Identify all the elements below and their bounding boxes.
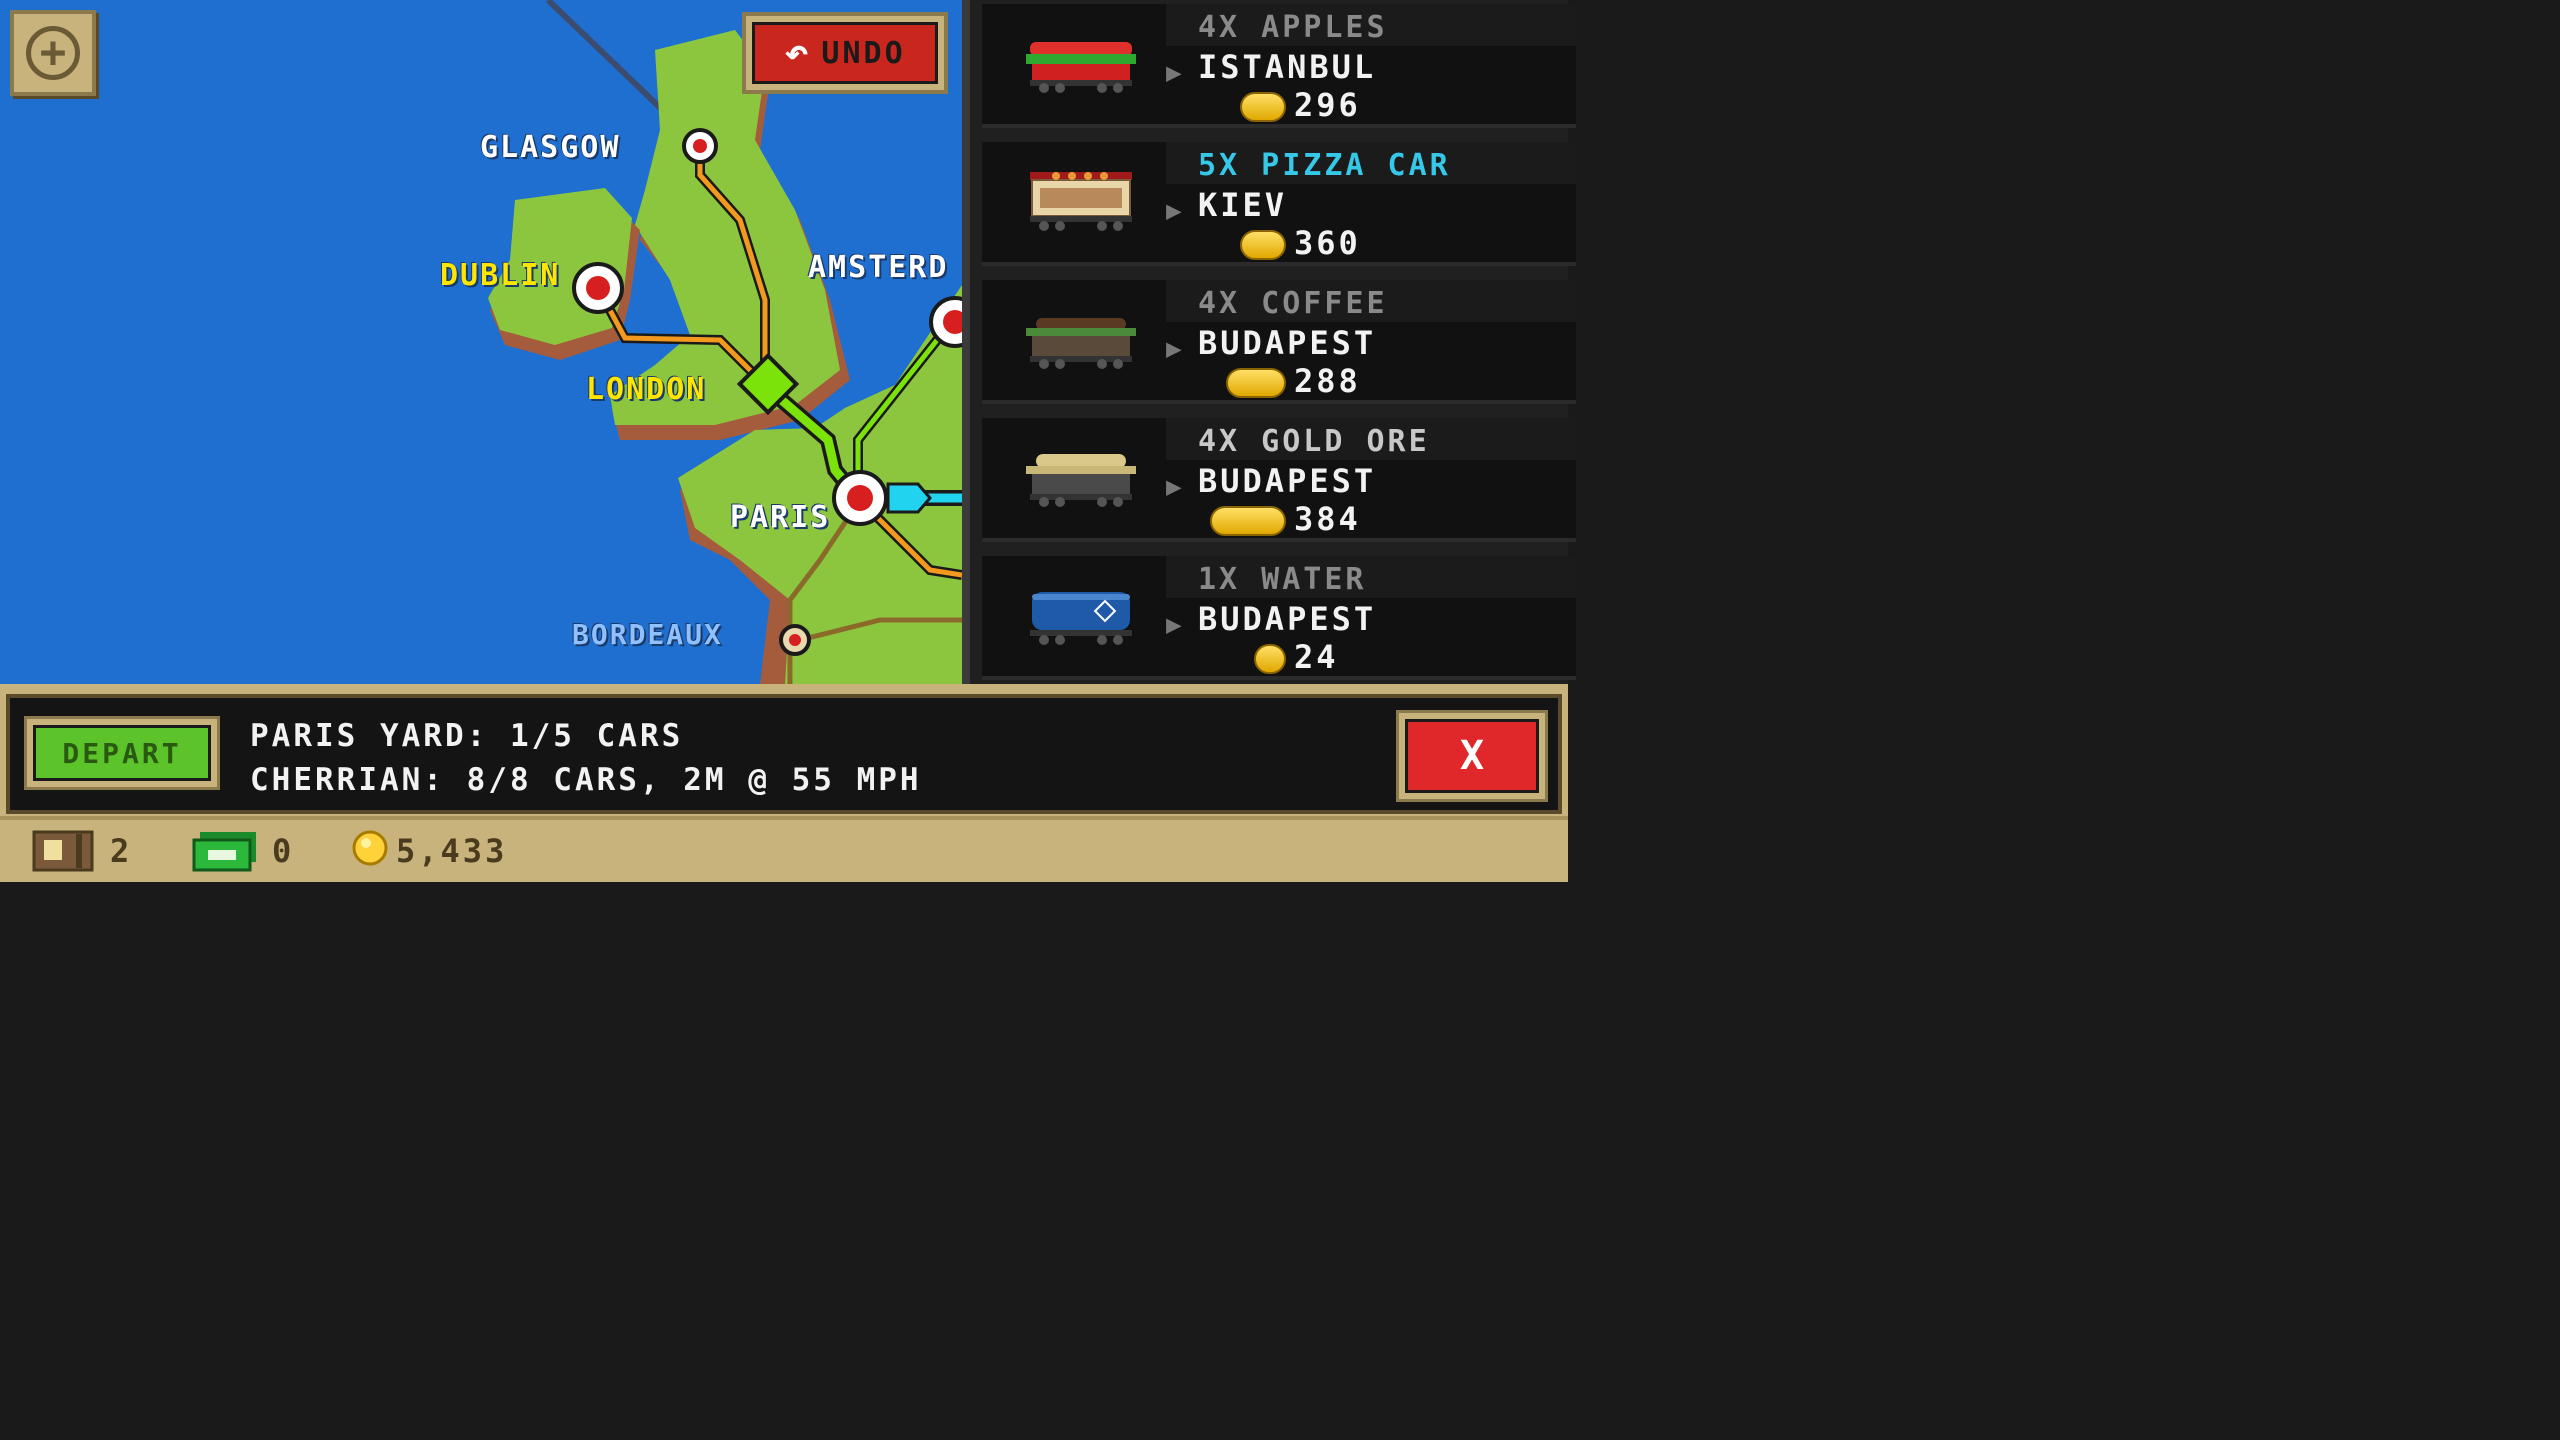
cargo-quantity: 4X APPLES [1198,10,1388,45]
cargo-reward: 384 [1294,500,1361,538]
coin-stack-icon [1210,506,1286,536]
crate-count: 2 [110,832,133,870]
cargo-destination: ISTANBUL [1198,48,1377,86]
cargo-destination: BUDAPEST [1198,462,1377,500]
cargo-reward: 288 [1294,362,1361,400]
water-tanker-icon [1030,592,1132,645]
undo-arrow-icon: ↶ [784,30,812,76]
cargo-reward: 360 [1294,224,1361,262]
apples-car-icon [1026,42,1136,93]
coin-icon [352,830,388,866]
train-info-panel: DEPART PARIS YARD: 1/5 CARS CHERRIAN: 8/… [6,694,1562,814]
cargo-item[interactable]: 4X APPLES ▶ ISTANBUL 296 [982,4,1576,128]
coin-count: 5,433 [396,832,508,870]
cargo-item[interactable]: 5X PIZZA CAR ▶ KIEV 360 [982,142,1576,266]
destination-arrow-icon: ▶ [1166,334,1182,364]
cargo-reward: 24 [1294,638,1339,676]
cargo-quantity: 4X COFFEE [1198,286,1388,321]
city-label-dublin[interactable]: DUBLIN [440,258,560,293]
gold-ore-car-icon [1026,454,1136,507]
train-status: CHERRIAN: 8/8 CARS, 2M @ 55 MPH [250,762,922,798]
destination-arrow-icon: ▶ [1166,610,1182,640]
undo-label: UNDO [821,35,906,71]
cargo-quantity: 5X PIZZA CAR [1198,148,1451,183]
city-label-amsterdam[interactable]: AMSTERD [808,250,948,285]
pizza-car-icon [1030,172,1132,231]
close-icon: X [1405,719,1539,793]
coin-stack-icon [1240,230,1286,260]
depart-button[interactable]: DEPART [24,716,220,790]
cargo-quantity: 1X WATER [1198,562,1367,597]
yard-status: PARIS YARD: 1/5 CARS [250,718,684,754]
city-label-glasgow[interactable]: GLASGOW [480,130,620,165]
cargo-item[interactable]: 4X COFFEE ▶ BUDAPEST 288 [982,280,1576,404]
cargo-quantity: 4X GOLD ORE [1198,424,1430,459]
cargo-destination: BUDAPEST [1198,600,1377,638]
undo-button[interactable]: ↶ UNDO [742,12,948,94]
coin-icon [1254,644,1286,674]
resource-bar: 2 0 5,433 [0,816,1568,882]
cargo-item[interactable]: 1X WATER ▶ BUDAPEST 24 [982,556,1576,680]
city-label-paris[interactable]: PARIS [730,500,830,535]
coin-stack-icon [1240,92,1286,122]
bottom-bar: DEPART PARIS YARD: 1/5 CARS CHERRIAN: 8/… [0,684,1568,882]
plus-icon: + [26,26,80,80]
cargo-item[interactable]: 4X GOLD ORE ▶ BUDAPEST 384 [982,418,1576,542]
coffee-car-icon [1026,318,1136,369]
destination-arrow-icon: ▶ [1166,58,1182,88]
close-button[interactable]: X [1396,710,1548,802]
city-label-bordeaux[interactable]: BORDEAUX [572,618,723,651]
destination-arrow-icon: ▶ [1166,196,1182,226]
zoom-in-button[interactable]: + [10,10,96,96]
cargo-list[interactable]: 4X APPLES ▶ ISTANBUL 296 5X PIZZA CAR ▶ … [962,0,1576,684]
cargo-reward: 296 [1294,86,1361,124]
destination-arrow-icon: ▶ [1166,472,1182,502]
city-label-london[interactable]: LONDON [586,372,706,407]
map-terrain [488,0,962,684]
cargo-destination: BUDAPEST [1198,324,1377,362]
coin-stack-icon [1226,368,1286,398]
crate-icon [32,830,94,872]
cargo-destination: KIEV [1198,186,1288,224]
cash-count: 0 [272,832,295,870]
route-map[interactable]: GLASGOW DUBLIN AMSTERD LONDON PARIS BORD… [0,0,962,684]
cash-icon [192,832,256,872]
